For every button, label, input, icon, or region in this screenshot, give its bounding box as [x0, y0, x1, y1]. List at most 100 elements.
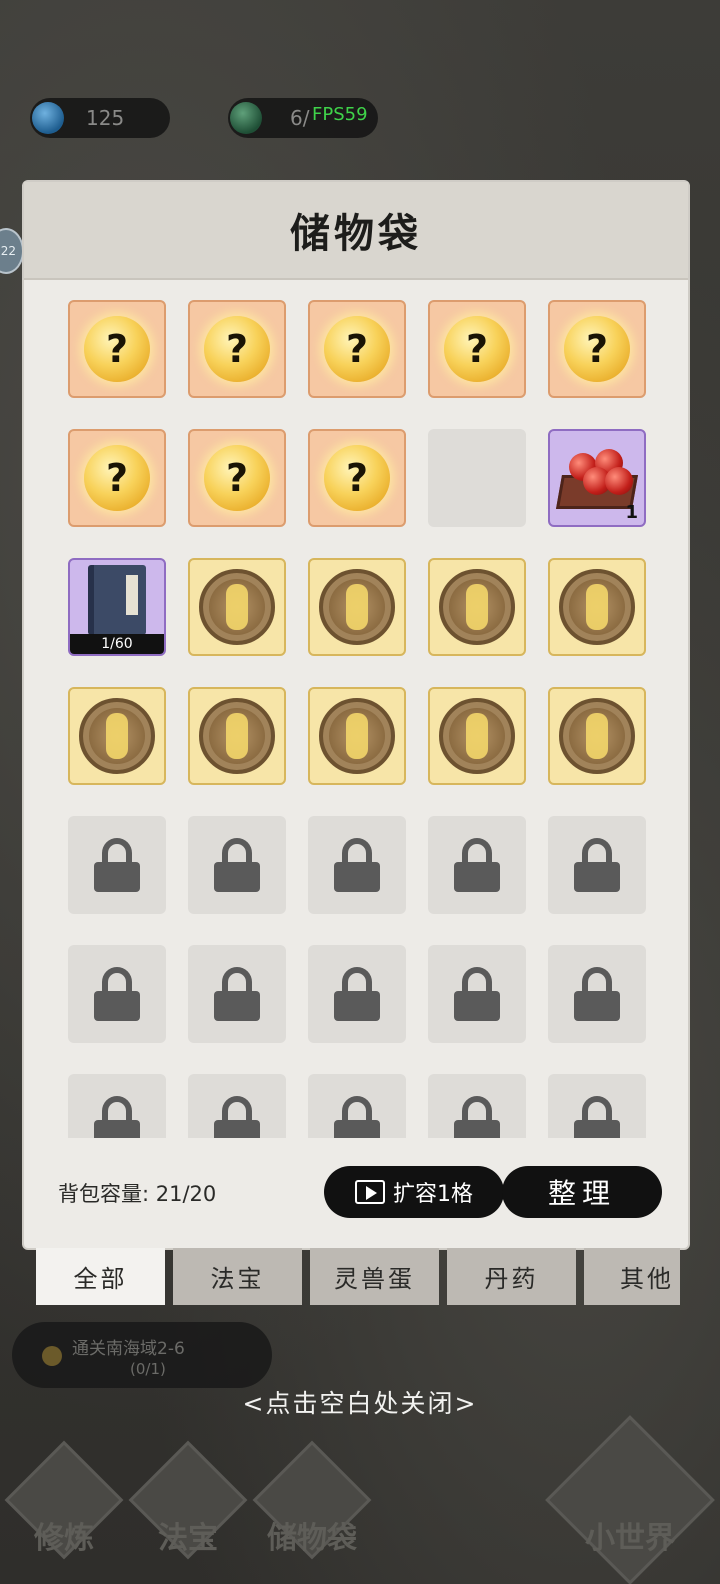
quest-tracker[interactable]: 通关南海域2-6 (0/1) [12, 1322, 272, 1388]
question-orb-icon: ? [444, 316, 510, 382]
video-ad-icon [355, 1180, 385, 1204]
locked-slot[interactable] [68, 945, 166, 1043]
locked-slot[interactable] [68, 816, 166, 914]
empty-slot [428, 429, 526, 527]
small-world-icon [545, 1415, 715, 1584]
lock-icon [94, 967, 140, 1021]
capacity-label: 背包容量: 21/20 [58, 1182, 217, 1206]
question-orb-icon: ? [564, 316, 630, 382]
bronze-token-item-slot[interactable] [188, 687, 286, 785]
nav-bag[interactable]: 储物袋 [252, 1440, 372, 1560]
manual-book-item-slot[interactable]: 1/60 [68, 558, 166, 656]
bronze-token-item-slot[interactable] [188, 558, 286, 656]
mystery-item-slot[interactable]: ? [428, 300, 526, 398]
lock-icon [334, 838, 380, 892]
panel-header: 储物袋 [24, 182, 688, 280]
tab-pill[interactable]: 丹药 [447, 1248, 576, 1305]
lock-icon [94, 1096, 140, 1138]
locked-slot[interactable] [308, 945, 406, 1043]
question-orb-icon: ? [84, 316, 150, 382]
book-icon [88, 565, 146, 635]
locked-slot[interactable] [548, 1074, 646, 1138]
bronze-token-item-slot[interactable] [548, 558, 646, 656]
expand-button[interactable]: 扩容1格 [324, 1166, 504, 1218]
lock-icon [574, 838, 620, 892]
nav-treasure-label: 法宝 [158, 1521, 218, 1556]
question-orb-icon: ? [204, 316, 270, 382]
locked-slot[interactable] [308, 1074, 406, 1138]
mystery-item-slot[interactable]: ? [308, 300, 406, 398]
lock-icon [454, 967, 500, 1021]
bronze-token-item-slot[interactable] [428, 687, 526, 785]
lock-icon [574, 967, 620, 1021]
bronze-token-icon [79, 698, 155, 774]
nav-treasure[interactable]: 法宝 [128, 1440, 248, 1560]
lock-icon [574, 1096, 620, 1138]
locked-slot[interactable] [68, 1074, 166, 1138]
quest-icon [42, 1346, 62, 1366]
lock-icon [94, 838, 140, 892]
nav-small-world-label: 小世界 [585, 1521, 675, 1556]
locked-slot[interactable] [188, 1074, 286, 1138]
question-orb-icon: ? [84, 445, 150, 511]
resource-1-value: 125 [86, 106, 125, 130]
inventory-scroll-area[interactable]: ???????? 1 1/60 [68, 300, 648, 1138]
bottom-nav: 修炼 法宝 储物袋 小世界 [0, 1415, 720, 1584]
mystery-item-slot[interactable]: ? [68, 429, 166, 527]
locked-slot[interactable] [548, 945, 646, 1043]
lock-icon [454, 1096, 500, 1138]
close-hint[interactable]: <点击空白处关闭> [0, 1384, 720, 1420]
bronze-token-icon [559, 698, 635, 774]
red-beads-item-slot[interactable]: 1 [548, 429, 646, 527]
locked-slot[interactable] [428, 945, 526, 1043]
tab-all[interactable]: 全部 [36, 1248, 165, 1305]
mystery-item-slot[interactable]: ? [548, 300, 646, 398]
lock-icon [454, 838, 500, 892]
bronze-token-icon [439, 698, 515, 774]
blue-gem-icon [32, 102, 64, 134]
bronze-token-item-slot[interactable] [428, 558, 526, 656]
item-quantity: 1 [625, 502, 638, 523]
tab-treasure[interactable]: 法宝 [173, 1248, 302, 1305]
bronze-token-icon [319, 569, 395, 645]
lock-icon [214, 838, 260, 892]
question-orb-icon: ? [324, 316, 390, 382]
nav-cultivate-label: 修炼 [34, 1521, 94, 1556]
mystery-item-slot[interactable]: ? [188, 300, 286, 398]
bronze-token-item-slot[interactable] [308, 558, 406, 656]
sort-button[interactable]: 整理 [502, 1166, 662, 1218]
green-orb-plus-icon [230, 102, 262, 134]
bronze-token-item-slot[interactable] [308, 687, 406, 785]
nav-bag-label: 储物袋 [267, 1521, 357, 1556]
mystery-item-slot[interactable]: ? [68, 300, 166, 398]
locked-slot[interactable] [188, 816, 286, 914]
locked-slot[interactable] [308, 816, 406, 914]
bronze-token-icon [199, 698, 275, 774]
sort-button-label: 整理 [547, 1177, 616, 1210]
nav-cultivate[interactable]: 修炼 [4, 1440, 124, 1560]
tab-beast-egg[interactable]: 灵兽蛋 [310, 1248, 439, 1305]
tab-other[interactable]: 其他 [584, 1248, 680, 1305]
quest-title: 通关南海域2-6 [72, 1339, 185, 1359]
nav-small-world[interactable]: 小世界 [545, 1415, 715, 1584]
locked-slot[interactable] [188, 945, 286, 1043]
lock-icon [214, 967, 260, 1021]
storage-bag-panel: 储物袋 ???????? 1 1/60 背包容量: 21/20 扩容1格 整理 [22, 180, 690, 1250]
resource-counter-1[interactable]: 125 [30, 98, 170, 138]
inventory-grid: ???????? 1 1/60 [68, 300, 648, 1138]
bronze-token-icon [439, 569, 515, 645]
panel-title: 储物袋 [290, 210, 422, 257]
lock-icon [334, 1096, 380, 1138]
question-orb-icon: ? [324, 445, 390, 511]
locked-slot[interactable] [428, 816, 526, 914]
mystery-item-slot[interactable]: ? [188, 429, 286, 527]
question-orb-icon: ? [204, 445, 270, 511]
expand-button-label: 扩容1格 [393, 1182, 473, 1207]
bronze-token-icon [319, 698, 395, 774]
bronze-token-item-slot[interactable] [68, 687, 166, 785]
locked-slot[interactable] [548, 816, 646, 914]
bronze-token-icon [199, 569, 275, 645]
locked-slot[interactable] [428, 1074, 526, 1138]
bronze-token-item-slot[interactable] [548, 687, 646, 785]
mystery-item-slot[interactable]: ? [308, 429, 406, 527]
